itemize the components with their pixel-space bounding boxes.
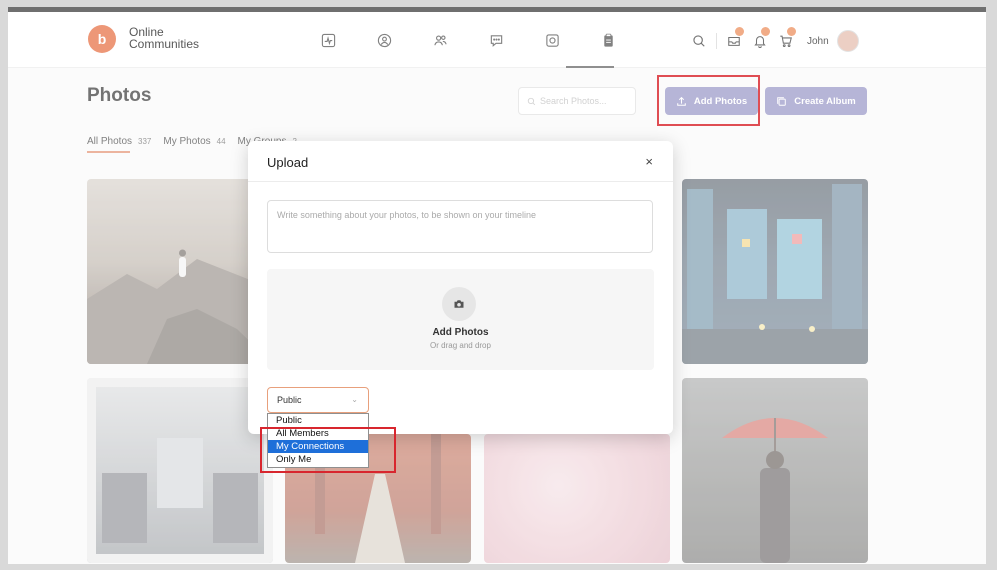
photo-dropzone[interactable]: Add Photos Or drag and drop (267, 269, 654, 370)
upload-modal: Upload × Write something about your phot… (248, 141, 673, 434)
camera-icon (442, 287, 476, 321)
close-icon[interactable]: × (645, 154, 653, 169)
dropzone-title: Add Photos (432, 327, 489, 338)
textarea-placeholder: Write something about your photos, to be… (277, 210, 536, 220)
modal-title: Upload (267, 155, 309, 170)
photo-description-input[interactable]: Write something about your photos, to be… (267, 200, 653, 253)
modal-divider (248, 181, 673, 182)
option-public[interactable]: Public (268, 414, 368, 427)
chevron-down-icon: ⌄ (351, 395, 358, 404)
dropzone-subtitle: Or drag and drop (430, 341, 491, 350)
highlight-privacy-options (260, 427, 396, 473)
privacy-select[interactable]: Public ⌄ (267, 387, 369, 413)
privacy-select-value: Public (277, 395, 302, 405)
app-window: b Online Communities John Photos Search … (8, 7, 986, 564)
